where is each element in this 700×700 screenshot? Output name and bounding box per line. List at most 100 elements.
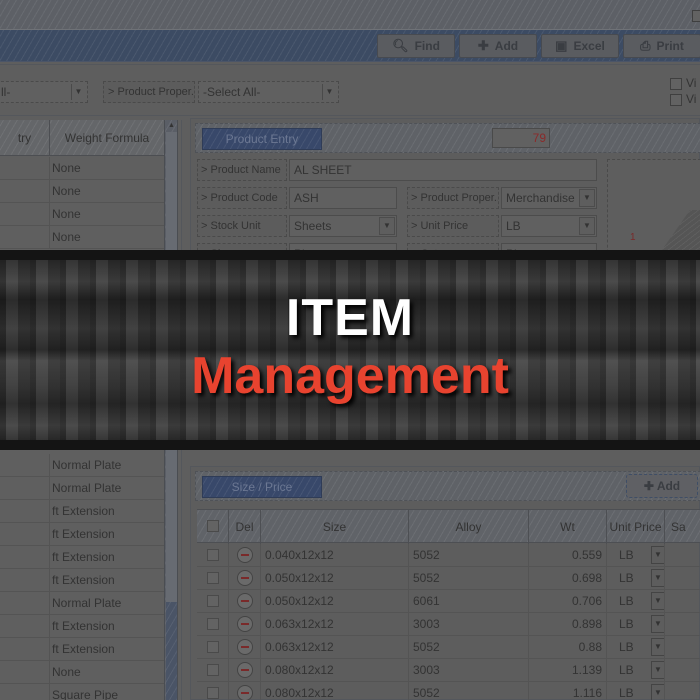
select-all-column[interactable] [197, 510, 229, 544]
row-checkbox[interactable] [207, 664, 219, 676]
row-select-cell [197, 567, 229, 590]
unit-price-cell[interactable]: LB ▼ [607, 682, 665, 700]
excel-button[interactable]: ▣ Excel [541, 34, 619, 58]
delete-minus-icon[interactable] [237, 547, 253, 563]
size-price-row[interactable]: 0.050x12x12 6061 0.706 LB ▼ [197, 590, 700, 613]
chevron-down-icon[interactable]: ▼ [651, 546, 664, 564]
grid-row[interactable]: Square Pipe [0, 684, 164, 700]
add-button[interactable]: ✚ Add [459, 34, 537, 58]
chevron-down-icon[interactable]: ▼ [651, 592, 664, 610]
unit-price-select[interactable]: LB ▼ [501, 215, 597, 237]
view-checkbox-2[interactable] [670, 94, 682, 106]
column-header-weight-formula[interactable]: Weight Formula [50, 120, 164, 156]
find-button[interactable]: 🔍︎ Find [377, 34, 455, 58]
delete-minus-icon[interactable] [237, 662, 253, 678]
chevron-down-icon[interactable]: ▼ [651, 569, 664, 587]
find-button-label: Find [414, 39, 440, 53]
delete-minus-icon[interactable] [237, 616, 253, 632]
size-cell: 0.040x12x12 [261, 544, 409, 567]
banner-title-item: ITEM [285, 289, 415, 347]
grid-row[interactable]: None [0, 661, 164, 684]
category-select[interactable]: ll- ▼ [0, 81, 88, 103]
unit-price-cell[interactable]: LB ▼ [607, 544, 665, 567]
column-header-entry[interactable]: try [0, 120, 50, 156]
chevron-down-icon[interactable]: ▼ [651, 661, 664, 679]
grid-cell-entry [0, 661, 50, 684]
product-property-select[interactable]: -Select All- ▼ [198, 81, 339, 103]
product-code-input[interactable]: ASH [289, 187, 397, 209]
grid-row[interactable]: ft Extension [0, 615, 164, 638]
sale-cell [665, 544, 700, 567]
grid-row[interactable]: ft Extension [0, 523, 164, 546]
grid-cell-entry [0, 592, 50, 615]
scroll-up-arrow-icon[interactable]: ▲ [165, 120, 178, 132]
row-checkbox[interactable] [207, 618, 219, 630]
unit-price-label: > Unit Price [407, 215, 499, 237]
product-property-label: > Product Proper... [407, 187, 499, 209]
row-select-cell [197, 682, 229, 700]
size-price-tab[interactable]: Size / Price [202, 476, 322, 498]
scrollbar-track[interactable] [166, 602, 177, 700]
grid-row[interactable]: ft Extension [0, 546, 164, 569]
grid-cell-entry [0, 569, 50, 592]
print-button[interactable]: ⎙ Print [623, 34, 700, 58]
chevron-down-icon[interactable]: ▼ [651, 615, 664, 633]
search-icon: 🔍︎ [392, 38, 409, 53]
top-right-checkbox[interactable] [692, 10, 700, 22]
size-price-row[interactable]: 0.040x12x12 5052 0.559 LB ▼ [197, 544, 700, 567]
chevron-down-icon[interactable]: ▼ [651, 638, 664, 656]
view-checkbox-1[interactable] [670, 78, 682, 90]
alloy-cell: 5052 [409, 682, 529, 700]
product-property-filter-label: > Product Proper... [103, 81, 195, 103]
grid-row[interactable]: ft Extension [0, 500, 164, 523]
row-checkbox[interactable] [207, 687, 219, 699]
select-all-checkbox[interactable] [207, 520, 219, 532]
grid-row[interactable]: Normal Plate [0, 592, 164, 615]
product-property-select[interactable]: Merchandise ▼ [501, 187, 597, 209]
unit-price-cell[interactable]: LB ▼ [607, 659, 665, 682]
delete-minus-icon[interactable] [237, 685, 253, 700]
product-code-label: > Product Code [197, 187, 287, 209]
unit-price-cell[interactable]: LB ▼ [607, 590, 665, 613]
grid-row[interactable]: None [0, 203, 164, 226]
stock-unit-select[interactable]: Sheets ▼ [289, 215, 397, 237]
delete-minus-icon[interactable] [237, 639, 253, 655]
add-size-button[interactable]: ✚ Add [626, 474, 698, 498]
column-header-alloy[interactable]: Alloy [409, 510, 529, 544]
filter-row: ll- ▼ > Product Proper... -Select All- ▼… [0, 64, 700, 116]
column-header-size[interactable]: Size [261, 510, 409, 544]
product-name-input[interactable]: AL SHEET [289, 159, 597, 181]
grid-row[interactable]: None [0, 157, 164, 180]
product-entry-tab[interactable]: Product Entry [202, 128, 322, 150]
size-price-row[interactable]: 0.080x12x12 3003 1.139 LB ▼ [197, 659, 700, 682]
size-price-row[interactable]: 0.063x12x12 5052 0.88 LB ▼ [197, 636, 700, 659]
column-header-del[interactable]: Del [229, 510, 261, 544]
size-price-row[interactable]: 0.063x12x12 3003 0.898 LB ▼ [197, 613, 700, 636]
row-checkbox[interactable] [207, 572, 219, 584]
column-header-wt[interactable]: Wt [529, 510, 607, 544]
size-price-row[interactable]: 0.080x12x12 5052 1.116 LB ▼ [197, 682, 700, 700]
delete-minus-icon[interactable] [237, 570, 253, 586]
size-price-row[interactable]: 0.050x12x12 5052 0.698 LB ▼ [197, 567, 700, 590]
grid-row[interactable]: None [0, 226, 164, 249]
column-header-unit-price[interactable]: Unit Price [607, 510, 665, 544]
column-header-sale[interactable]: Sa [665, 510, 700, 544]
stock-unit-label: > Stock Unit [197, 215, 287, 237]
delete-minus-icon[interactable] [237, 593, 253, 609]
row-checkbox[interactable] [207, 595, 219, 607]
row-checkbox[interactable] [207, 641, 219, 653]
unit-price-cell[interactable]: LB ▼ [607, 636, 665, 659]
grid-cell-entry [0, 157, 50, 180]
grid-row[interactable]: None [0, 180, 164, 203]
row-delete-cell [229, 682, 261, 700]
unit-price-cell[interactable]: LB ▼ [607, 567, 665, 590]
grid-row[interactable]: ft Extension [0, 569, 164, 592]
grid-row[interactable]: ft Extension [0, 638, 164, 661]
alloy-cell: 5052 [409, 544, 529, 567]
row-checkbox[interactable] [207, 549, 219, 561]
grid-row[interactable]: Normal Plate [0, 454, 164, 477]
grid-cell-entry [0, 226, 50, 249]
unit-price-cell[interactable]: LB ▼ [607, 613, 665, 636]
grid-row[interactable]: Normal Plate [0, 477, 164, 500]
chevron-down-icon[interactable]: ▼ [651, 684, 664, 700]
